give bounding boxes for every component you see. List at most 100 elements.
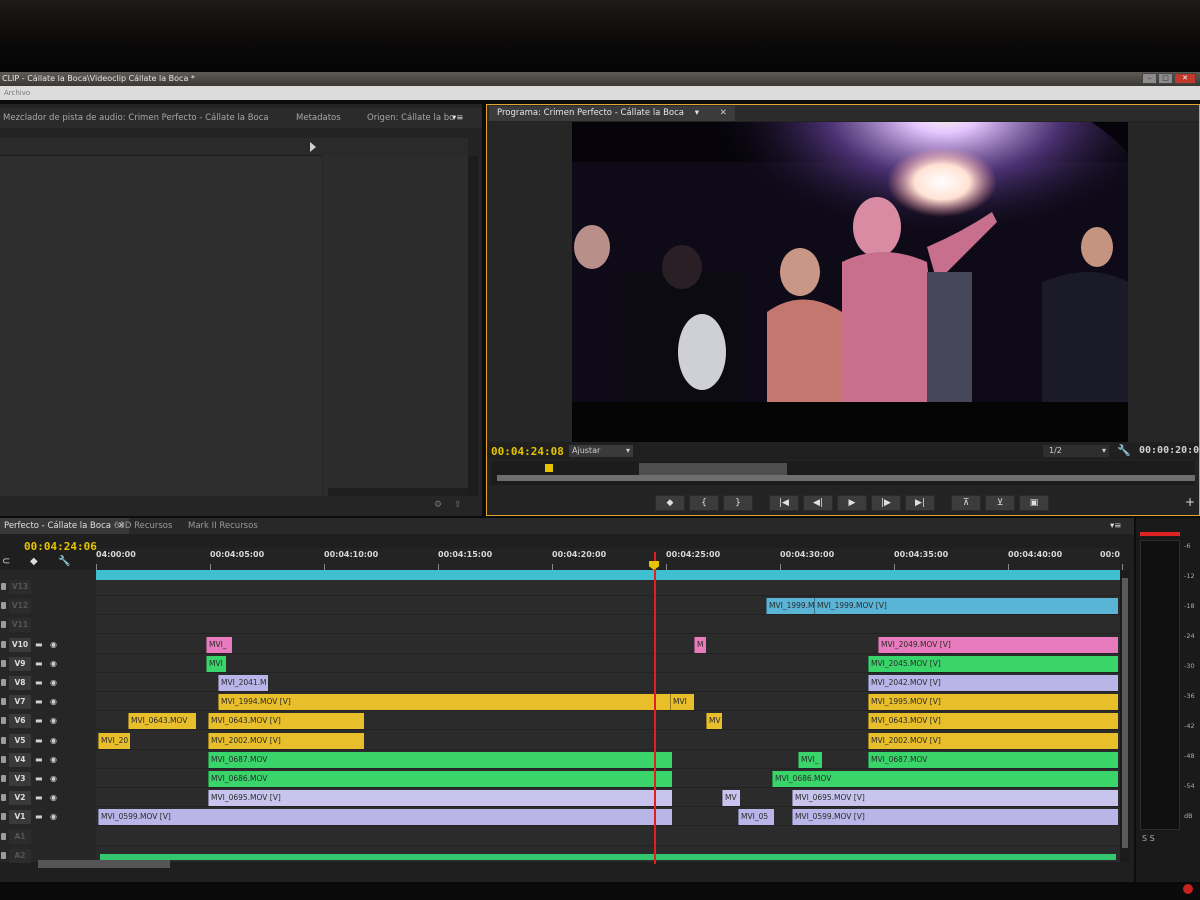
wrench-icon[interactable]: 🔧	[1117, 444, 1131, 457]
tab-mark-ii-resources[interactable]: Mark II Recursos	[188, 518, 258, 534]
film-icon[interactable]	[35, 620, 44, 629]
film-icon[interactable]: ▬	[35, 640, 44, 649]
eye-icon[interactable]: ◉	[50, 812, 59, 821]
timeline-clip[interactable]: MV	[722, 790, 740, 807]
track-name[interactable]: V12	[9, 599, 31, 614]
track-header[interactable]: V3 ▬ ◉	[0, 770, 96, 788]
tab-menu-icon[interactable]: ▾	[695, 108, 699, 118]
tab-source[interactable]: Origen: Cállate la bo	[367, 108, 454, 128]
tab-sequence[interactable]: Perfecto - Cállate la Boca ✕	[0, 518, 129, 534]
track-header[interactable]: V1 ▬ ◉	[0, 808, 96, 826]
eye-icon[interactable]: ◉	[50, 697, 59, 706]
track-name[interactable]: V3	[9, 772, 31, 786]
film-icon[interactable]: ▬	[35, 812, 44, 821]
track-name[interactable]: V6	[9, 714, 31, 729]
extract-icon[interactable]: ⊻	[985, 495, 1015, 511]
solo-buttons[interactable]: S S	[1142, 834, 1155, 843]
lock-icon[interactable]	[1, 583, 6, 590]
timeline-horizontal-scrollbar[interactable]	[38, 860, 170, 868]
track-header[interactable]: V5 ▬ ◉	[0, 732, 96, 750]
track-header[interactable]: V8 ▬ ◉	[0, 674, 96, 692]
lock-icon[interactable]	[1, 640, 6, 648]
timeline-ruler[interactable]: 04:00:00 00:04:05:00 00:04:10:00 00:04:15:0…	[96, 548, 1123, 570]
track-header[interactable]: A1	[0, 828, 96, 846]
timeline-playhead-line[interactable]	[654, 552, 656, 864]
timeline-clip[interactable]: MVI_20	[98, 732, 130, 749]
timeline-clip[interactable]: MVI_	[798, 751, 822, 768]
timeline-clip[interactable]: M	[694, 636, 706, 653]
eye-icon[interactable]: ◉	[50, 659, 59, 668]
film-icon[interactable]: ▬	[35, 659, 44, 668]
go-to-out-icon[interactable]: ▶|	[905, 495, 935, 511]
fit-dropdown[interactable]: Ajustar	[569, 445, 633, 457]
timeline-clip[interactable]: MVI_0599.MOV [V]	[792, 809, 1118, 826]
timeline-clip[interactable]: MVI_1999.M	[766, 598, 814, 615]
menu-item-file[interactable]: Archivo	[4, 89, 30, 97]
timeline-clip[interactable]: MVI_0687.MOV	[868, 751, 1118, 768]
timeline-clip[interactable]: MVI_2002.MOV [V]	[208, 732, 364, 749]
track-header[interactable]: V4 ▬ ◉	[0, 751, 96, 769]
track-name[interactable]: A1	[9, 829, 31, 844]
timeline-clip[interactable]: MV	[706, 713, 722, 730]
film-icon[interactable]	[35, 601, 44, 610]
eye-icon[interactable]	[50, 582, 59, 591]
lock-icon[interactable]	[1, 602, 6, 610]
timeline-clip[interactable]: MVI_0695.MOV [V]	[792, 790, 1118, 807]
eye-icon[interactable]	[50, 832, 59, 841]
eye-icon[interactable]: ◉	[50, 755, 59, 764]
timeline-clip[interactable]: MVI_2002.MOV [V]	[868, 732, 1118, 749]
track-header[interactable]: V9 ▬ ◉	[0, 655, 96, 673]
close-button[interactable]: ✕	[1174, 73, 1196, 84]
film-icon[interactable]	[35, 851, 44, 860]
timeline-clip[interactable]: MVI_0686.MOV	[772, 771, 1118, 787]
film-icon[interactable]: ▬	[35, 755, 44, 764]
lock-icon[interactable]	[1, 698, 6, 706]
resolution-dropdown[interactable]: 1/2	[1043, 445, 1109, 457]
film-icon[interactable]	[35, 582, 44, 591]
track-name[interactable]: V11	[9, 618, 31, 633]
timeline-timecode[interactable]: 00:04:24:06	[24, 540, 97, 553]
lock-icon[interactable]	[1, 813, 6, 821]
lock-icon[interactable]	[1, 659, 6, 667]
panel-menu-icon[interactable]: ▾≡	[452, 108, 463, 128]
timeline-clip[interactable]: MVI_0643.MOV [V]	[868, 713, 1118, 730]
film-icon[interactable]: ▬	[35, 697, 44, 706]
expand-arrow-icon[interactable]	[310, 142, 316, 152]
settings-wrench-icon[interactable]: 🔧	[58, 556, 70, 567]
export-frame-icon[interactable]: ▣	[1019, 495, 1049, 511]
track-header[interactable]: V12	[0, 597, 96, 615]
track-header[interactable]: V10 ▬ ◉	[0, 636, 96, 654]
timeline-clip[interactable]: MVI_0599.MOV [V]	[98, 809, 672, 826]
track-header[interactable]: V13	[0, 578, 96, 596]
track-name[interactable]: V8	[9, 676, 31, 690]
timeline-clip[interactable]: MVI_0643.MOV [V]	[208, 713, 364, 730]
track-name[interactable]: V13	[9, 580, 31, 594]
minimize-button[interactable]: –	[1142, 73, 1157, 84]
eye-icon[interactable]: ◉	[50, 640, 59, 649]
film-icon[interactable]	[35, 832, 44, 841]
track-name[interactable]: V5	[9, 733, 31, 748]
timeline-clip[interactable]: MVI	[670, 694, 694, 711]
lock-icon[interactable]	[1, 851, 6, 859]
export-icon[interactable]: ⇪	[454, 500, 466, 510]
maximize-button[interactable]: □	[1158, 73, 1173, 84]
timeline-clip[interactable]: MVI	[206, 655, 226, 672]
tab-program[interactable]: Programa: Crimen Perfecto - Cállate la B…	[489, 106, 735, 121]
play-icon[interactable]: ▶	[837, 495, 867, 511]
tab-audio-mixer[interactable]: Mezclador de pista de audio: Crimen Perf…	[3, 108, 269, 128]
film-icon[interactable]: ▬	[35, 716, 44, 725]
film-icon[interactable]: ▬	[35, 774, 44, 783]
track-header[interactable]: V7 ▬ ◉	[0, 693, 96, 711]
track-name[interactable]: V7	[9, 695, 31, 710]
timeline-clip[interactable]: MVI_2049.MOV [V]	[878, 636, 1118, 653]
film-icon[interactable]: ▬	[35, 793, 44, 802]
source-vertical-scrollbar[interactable]	[468, 156, 478, 496]
track-name[interactable]: V1	[9, 810, 31, 825]
track-name[interactable]: V4	[9, 752, 31, 767]
track-header[interactable]: V2 ▬ ◉	[0, 789, 96, 807]
track-header[interactable]: V11	[0, 616, 96, 634]
go-to-in-icon[interactable]: |◀	[769, 495, 799, 511]
timeline-clip[interactable]: MVI_2041.M	[218, 675, 268, 691]
step-forward-icon[interactable]: |▶	[871, 495, 901, 511]
timeline-clip[interactable]: MVI_0687.MOV	[208, 751, 672, 768]
